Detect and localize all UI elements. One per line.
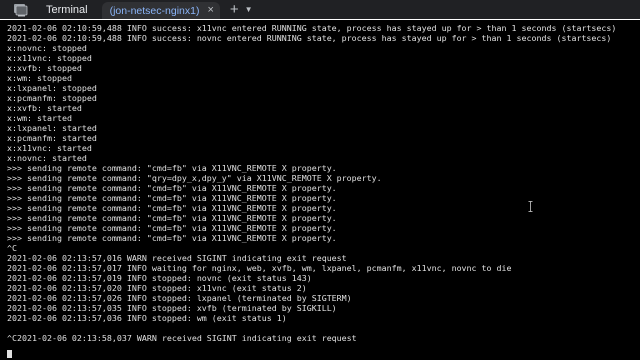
terminal-line: x:wm: stopped bbox=[7, 73, 72, 83]
terminal-line: >>> sending remote command: "cmd=fb" via… bbox=[7, 223, 337, 233]
terminal-lines: 2021-02-06 02:10:59,488 INFO success: x1… bbox=[7, 23, 616, 343]
terminal-line: x:pcmanfm: started bbox=[7, 133, 97, 143]
terminal-line: 2021-02-06 02:13:57,026 INFO stopped: lx… bbox=[7, 293, 352, 303]
app-title: Terminal bbox=[46, 3, 88, 16]
terminal-line: >>> sending remote command: "cmd=fb" via… bbox=[7, 183, 337, 193]
terminal-line: x:novnc: started bbox=[7, 153, 87, 163]
terminal-line: >>> sending remote command: "cmd=fb" via… bbox=[7, 193, 337, 203]
terminal-line: 2021-02-06 02:13:57,016 WARN received SI… bbox=[7, 253, 347, 263]
terminal-line: 2021-02-06 02:10:59,488 INFO success: no… bbox=[7, 33, 612, 43]
terminal-line: 2021-02-06 02:13:57,035 INFO stopped: xv… bbox=[7, 303, 337, 313]
terminal-line: ^C2021-02-06 02:13:58,037 WARN received … bbox=[7, 333, 357, 343]
tab-session[interactable]: (jon-netsec-nginx1) × bbox=[101, 2, 220, 19]
terminal-line: x:xvfb: started bbox=[7, 103, 82, 113]
mouse-ibeam-icon bbox=[528, 201, 533, 212]
add-tab-icon[interactable]: + bbox=[230, 2, 239, 17]
terminal-line: x:x11vnc: started bbox=[7, 143, 92, 153]
terminal-line: x:pcmanfm: stopped bbox=[7, 93, 97, 103]
terminal-line: >>> sending remote command: "cmd=fb" via… bbox=[7, 203, 337, 213]
tab-menu-chevron-icon[interactable]: ▼ bbox=[245, 5, 253, 14]
terminal-line: x:wm: started bbox=[7, 113, 72, 123]
terminal-line: x:x11vnc: stopped bbox=[7, 53, 92, 63]
terminal-line: >>> sending remote command: "cmd=fb" via… bbox=[7, 213, 337, 223]
terminal-line: 2021-02-06 02:13:57,019 INFO stopped: no… bbox=[7, 273, 312, 283]
terminal-line: ^C bbox=[7, 243, 17, 253]
terminal-output[interactable]: 2021-02-06 02:10:59,488 INFO success: x1… bbox=[0, 20, 640, 360]
terminal-line: x:novnc: stopped bbox=[7, 43, 87, 53]
terminal-line: x:lxpanel: started bbox=[7, 123, 97, 133]
terminal-cursor bbox=[7, 350, 12, 358]
tab-label[interactable]: (jon-netsec-nginx1) bbox=[110, 5, 200, 17]
terminal-line: 2021-02-06 02:13:57,017 INFO waiting for… bbox=[7, 263, 512, 273]
terminal-app-icon bbox=[10, 0, 32, 19]
terminal-line: x:lxpanel: stopped bbox=[7, 83, 97, 93]
terminal-line: x:xvfb: stopped bbox=[7, 63, 82, 73]
title-bar: Terminal (jon-netsec-nginx1) × + ▼ bbox=[0, 0, 640, 19]
terminal-line: 2021-02-06 02:10:59,488 INFO success: x1… bbox=[7, 23, 617, 33]
close-tab-icon[interactable]: × bbox=[207, 5, 213, 16]
terminal-line: >>> sending remote command: "cmd=fb" via… bbox=[7, 163, 337, 173]
terminal-line: 2021-02-06 02:13:57,020 INFO stopped: x1… bbox=[7, 283, 307, 293]
terminal-line: 2021-02-06 02:13:57,036 INFO stopped: wm… bbox=[7, 313, 287, 323]
terminal-line: >>> sending remote command: "cmd=fb" via… bbox=[7, 233, 337, 243]
terminal-line: >>> sending remote command: "qry=dpy_x,d… bbox=[7, 173, 382, 183]
